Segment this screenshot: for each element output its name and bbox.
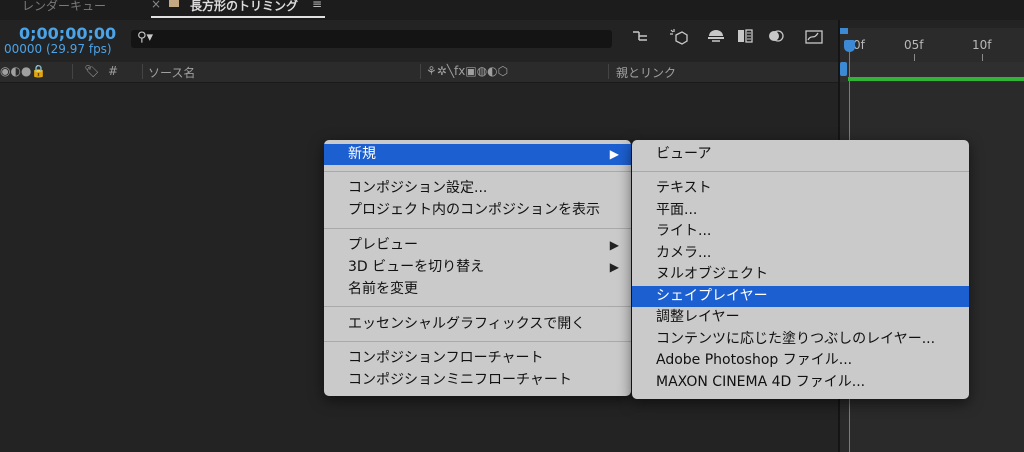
switches-column-icons[interactable]: ⚘✲╲fx▣◍◐⬡ [426,64,508,78]
panel-menu-icon[interactable]: ≡ [312,0,322,11]
graph-editor-icon[interactable] [804,28,824,48]
menu-item-composition-settings[interactable]: コンポジション設定... [324,178,631,199]
menu-separator [324,306,631,307]
ruler-tick [982,54,983,61]
new-layer-submenu: ビューア テキスト 平面... ライト... カメラ... ヌルオブジェクト シ… [632,140,969,399]
menu-item-shape-layer[interactable]: シェイプレイヤー [632,286,969,307]
ruler-tick [914,54,915,61]
menu-item-preview[interactable]: プレビュー ▶ [324,235,631,256]
menu-item-reveal-composition[interactable]: プロジェクト内のコンポジションを表示 [324,200,631,221]
column-divider [142,64,143,79]
frame-count-display: 00000 (29.97 fps) [4,42,112,56]
menu-item-label: コンポジション設定... [348,180,488,196]
menu-item-camera[interactable]: カメラ... [632,243,969,264]
menu-item-label: Adobe Photoshop ファイル... [656,352,853,368]
menu-item-label: テキスト [656,180,712,196]
menu-separator [632,171,969,172]
menu-item-content-aware-fill-layer[interactable]: コンテンツに応じた塗りつぶしのレイヤー... [632,329,969,350]
menu-item-photoshop-file[interactable]: Adobe Photoshop ファイル... [632,350,969,371]
motion-blur-icon[interactable] [766,28,786,48]
menu-item-solid[interactable]: 平面... [632,200,969,221]
menu-item-label: コンポジションミニフローチャート [348,372,572,388]
menu-item-label: コンテンツに応じた塗りつぶしのレイヤー... [656,331,936,347]
composition-color-swatch [169,0,179,7]
search-input[interactable] [131,30,612,48]
column-divider [420,64,421,79]
current-time-display[interactable]: 0;00;00;00 [19,24,116,43]
menu-item-open-essential-graphics[interactable]: エッセンシャルグラフィックスで開く [324,314,631,335]
menu-item-label: シェイプレイヤー [656,288,768,304]
menu-item-adjustment-layer[interactable]: 調整レイヤー [632,307,969,328]
work-area-start-handle[interactable] [840,28,848,34]
menu-item-label: 平面... [656,202,698,218]
draft-3d-icon[interactable] [668,28,688,50]
parent-link-column[interactable]: 親とリンク [616,64,676,81]
tab-close-icon[interactable]: × [151,0,161,11]
menu-item-label: 名前を変更 [348,281,418,297]
menu-item-composition-flowchart[interactable]: コンポジションフローチャート [324,348,631,369]
menu-separator [324,228,631,229]
menu-item-label: ライト... [656,223,712,239]
tab-render-queue[interactable]: レンダーキュー [22,0,106,14]
menu-item-viewer[interactable]: ビューア [632,144,969,165]
menu-item-label: ビューア [656,146,712,162]
menu-item-label: エッセンシャルグラフィックスで開く [348,316,586,332]
menu-item-composition-mini-flowchart[interactable]: コンポジションミニフローチャート [324,370,631,391]
submenu-arrow-icon: ▶ [609,238,619,252]
menu-item-label: ヌルオブジェクト [656,266,768,282]
menu-item-label: カメラ... [656,245,712,261]
work-area-range[interactable] [848,77,1024,81]
work-area-marker[interactable] [840,62,847,76]
frame-blending-icon[interactable] [736,28,756,48]
menu-item-rename[interactable]: 名前を変更 [324,279,631,300]
active-tab-indicator [151,16,325,18]
menu-item-cinema4d-file[interactable]: MAXON CINEMA 4D ファイル... [632,372,969,393]
source-name-column[interactable]: ソース名 [148,64,195,81]
ruler-tick-label: 05f [904,38,924,52]
playhead-handle[interactable] [844,40,855,52]
layer-number-column[interactable]: # [108,64,118,78]
ruler-tick-label: 10f [972,38,992,52]
menu-item-label: プロジェクト内のコンポジションを表示 [348,202,600,218]
menu-item-label: 調整レイヤー [656,309,740,325]
menu-item-label: 3D ビューを切り替え [348,259,485,275]
menu-item-label: コンポジションフローチャート [348,350,544,366]
menu-item-text[interactable]: テキスト [632,178,969,199]
menu-item-switch-3d-view[interactable]: 3D ビューを切り替え ▶ [324,257,631,278]
tab-composition[interactable]: 長方形のトリミング [190,0,298,14]
menu-item-light[interactable]: ライト... [632,221,969,242]
submenu-arrow-icon: ▶ [609,260,619,274]
shy-layers-icon[interactable] [706,28,726,48]
column-divider [72,64,73,79]
time-ruler[interactable] [840,28,1024,62]
menu-item-label: 新規 [348,146,376,162]
menu-item-label: MAXON CINEMA 4D ファイル... [656,374,866,390]
menu-item-label: プレビュー [348,237,418,253]
column-divider [608,64,609,79]
av-features-column-icons[interactable]: ◉◐●🔒 [0,64,46,78]
menu-item-null-object[interactable]: ヌルオブジェクト [632,264,969,285]
search-icon[interactable]: ⚲▾ [137,30,153,45]
menu-separator [324,171,631,172]
comp-flowchart-icon[interactable] [631,28,651,48]
layer-context-menu: 新規 ▶ コンポジション設定... プロジェクト内のコンポジションを表示 プレビ… [324,140,631,396]
menu-separator [324,341,631,342]
submenu-arrow-icon: ▶ [609,147,619,161]
menu-item-new[interactable]: 新規 ▶ [324,144,631,165]
label-tag-icon[interactable]: 🏷 [84,64,99,78]
